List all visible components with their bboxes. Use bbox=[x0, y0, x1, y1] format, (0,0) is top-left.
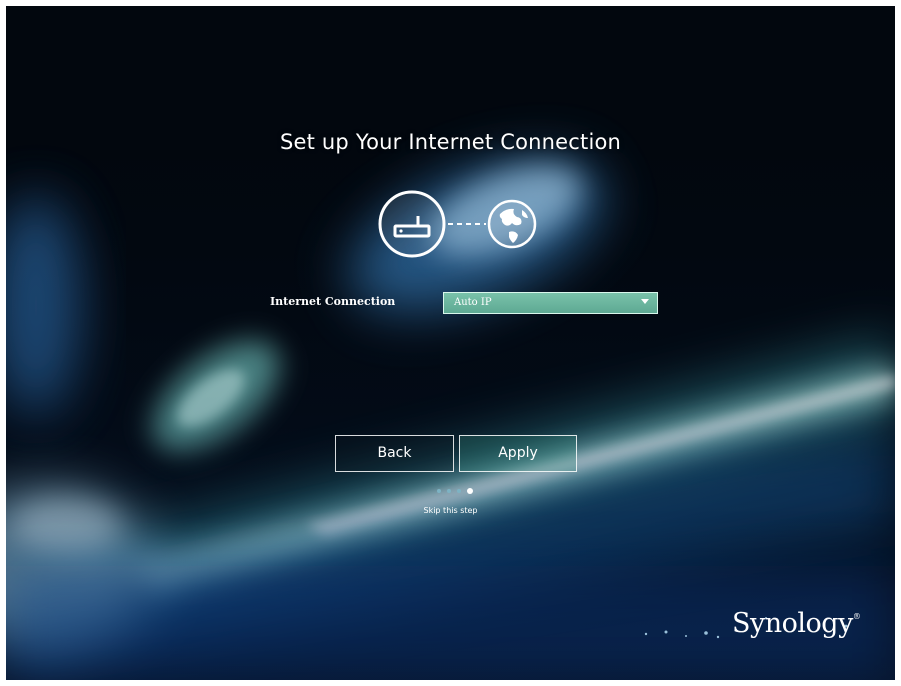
step-dot bbox=[447, 489, 451, 493]
internet-connection-select[interactable]: Auto IP bbox=[443, 292, 658, 314]
step-dot-active bbox=[467, 488, 473, 494]
globe-icon bbox=[487, 199, 537, 249]
step-indicator bbox=[435, 488, 485, 496]
background-image bbox=[6, 6, 895, 680]
connection-diagram bbox=[378, 190, 537, 258]
brand-name: Synology bbox=[732, 608, 853, 639]
skip-step-link[interactable]: Skip this step bbox=[6, 506, 895, 515]
internet-connection-value: Auto IP bbox=[454, 297, 492, 308]
back-button[interactable]: Back bbox=[335, 435, 454, 472]
chevron-down-icon[interactable] bbox=[641, 299, 649, 304]
setup-screen: Set up Your Internet Connection Internet… bbox=[6, 6, 895, 680]
page-title: Set up Your Internet Connection bbox=[279, 130, 622, 154]
apply-button[interactable]: Apply bbox=[459, 435, 577, 472]
step-dot bbox=[457, 489, 461, 493]
internet-connection-label: Internet Connection bbox=[270, 295, 396, 308]
brand-logo: Synology® bbox=[732, 608, 861, 639]
step-dot bbox=[437, 489, 441, 493]
brand-mark: ® bbox=[852, 612, 861, 621]
router-icon bbox=[378, 190, 446, 258]
